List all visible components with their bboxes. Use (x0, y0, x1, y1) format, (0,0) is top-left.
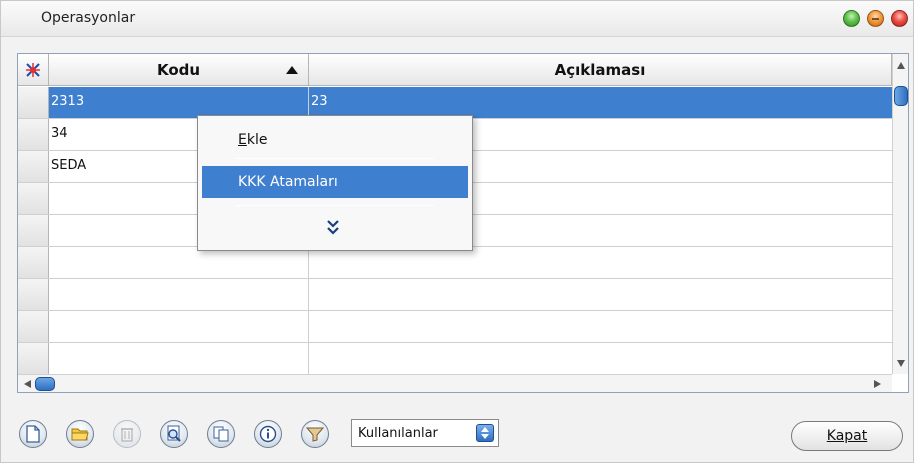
cell-kodu[interactable] (49, 343, 309, 374)
context-menu: Ekle KKK Atamaları (197, 115, 473, 251)
usage-filter-select[interactable]: Kullanılanlar (351, 419, 499, 447)
delete-icon (121, 428, 133, 442)
menu-item-label: KKK Atamaları (238, 174, 338, 190)
menu-separator (236, 158, 434, 159)
row-selector[interactable] (18, 343, 49, 374)
scroll-down-icon[interactable] (897, 360, 905, 367)
menu-item-kkk-atamalari[interactable]: KKK Atamaları (202, 166, 468, 198)
window-title: Operasyonlar (41, 10, 136, 26)
row-selector[interactable] (18, 87, 49, 118)
cell-kodu[interactable] (49, 247, 309, 278)
menu-item-ekle[interactable]: Ekle (202, 124, 468, 156)
close-button[interactable]: Kapat (791, 421, 903, 451)
search-icon (167, 425, 181, 442)
open-icon (71, 428, 89, 441)
cell-kodu[interactable]: 2313 (49, 87, 309, 118)
horizontal-scroll-thumb[interactable] (35, 377, 55, 391)
search-button[interactable] (160, 420, 188, 448)
table-row[interactable] (18, 279, 892, 311)
column-header-aciklamasi[interactable]: Açıklaması (309, 54, 892, 86)
table-row[interactable] (18, 247, 892, 279)
info-icon (259, 425, 277, 443)
grid-header: Kodu Açıklaması (18, 54, 892, 86)
horizontal-scrollbar[interactable] (18, 374, 892, 392)
column-header-label: Açıklaması (554, 61, 646, 79)
scroll-left-icon[interactable] (24, 380, 31, 388)
double-chevron-down-icon[interactable] (326, 217, 340, 237)
cell-aciklama[interactable]: 23 (309, 87, 892, 118)
usage-filter-value: Kullanılanlar (358, 426, 438, 441)
filter-icon (306, 427, 324, 442)
cell-kodu[interactable] (49, 279, 309, 310)
column-header-kodu[interactable]: Kodu (49, 54, 309, 86)
close-button-label: Kapat (826, 428, 868, 444)
column-header-label: Kodu (156, 61, 201, 79)
vertical-scrollbar[interactable] (892, 54, 908, 374)
row-selector[interactable] (18, 247, 49, 278)
row-selector[interactable] (18, 151, 49, 182)
cell-aciklama[interactable] (309, 247, 892, 278)
row-selector[interactable] (18, 279, 49, 310)
operasyonlar-window: Operasyonlar Kodu Açıklaması 2313 23 34 … (0, 0, 914, 463)
row-selector[interactable] (18, 311, 49, 342)
select-all-icon[interactable] (18, 54, 49, 86)
minimize-button[interactable] (867, 10, 884, 27)
cell-aciklama[interactable] (309, 343, 892, 374)
scroll-right-icon[interactable] (874, 380, 881, 388)
row-selector[interactable] (18, 183, 49, 214)
maximize-button[interactable] (843, 10, 860, 27)
copy-button[interactable] (207, 420, 235, 448)
open-button[interactable] (66, 420, 94, 448)
close-window-button[interactable] (891, 10, 908, 27)
spinner-icon[interactable] (476, 424, 494, 442)
table-row[interactable] (18, 311, 892, 343)
cell-aciklama[interactable] (309, 311, 892, 342)
new-icon (26, 425, 40, 443)
sort-ascending-icon (286, 66, 298, 74)
cell-kodu[interactable] (49, 311, 309, 342)
new-button[interactable] (19, 420, 47, 448)
copy-icon (213, 426, 229, 442)
cell-aciklama[interactable] (309, 279, 892, 310)
row-selector[interactable] (18, 119, 49, 150)
vertical-scroll-thumb[interactable] (894, 86, 908, 106)
menu-item-label: Ekle (238, 132, 268, 148)
menu-separator (236, 205, 434, 206)
table-row[interactable] (18, 343, 892, 375)
title-bar[interactable]: Operasyonlar (1, 1, 913, 37)
row-selector[interactable] (18, 215, 49, 246)
filter-button[interactable] (301, 420, 329, 448)
info-button[interactable] (254, 420, 282, 448)
scroll-up-icon[interactable] (897, 62, 905, 69)
delete-button[interactable] (113, 420, 141, 448)
